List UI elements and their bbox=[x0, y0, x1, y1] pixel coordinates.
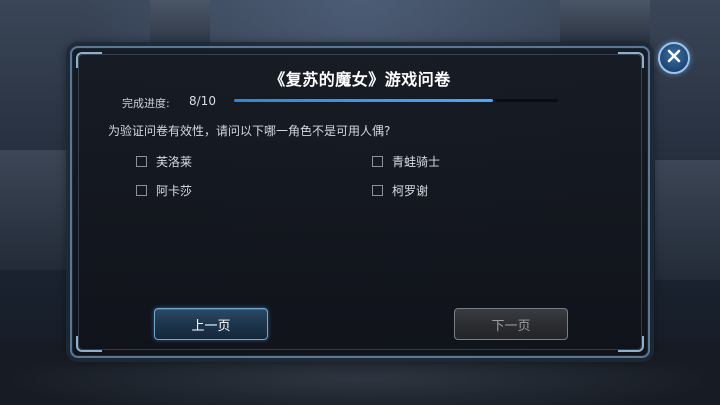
question-text: 为验证问卷有效性，请问以下哪一角色不是可用人偶? bbox=[108, 124, 391, 138]
progress-label: 完成进度: bbox=[122, 97, 170, 110]
dialog-title: 《复苏的魔女》游戏问卷 bbox=[269, 70, 451, 89]
option-label: 柯罗谢 bbox=[392, 184, 429, 198]
close-button[interactable] bbox=[658, 42, 690, 74]
background-building bbox=[0, 150, 75, 270]
checkbox[interactable] bbox=[372, 156, 383, 167]
background-tower bbox=[560, 0, 650, 45]
checkbox[interactable] bbox=[372, 185, 383, 196]
close-icon bbox=[666, 48, 682, 68]
option-1[interactable]: 芙洛莱 bbox=[136, 153, 192, 170]
prev-page-button[interactable]: 上一页 bbox=[154, 308, 268, 340]
checkbox[interactable] bbox=[136, 185, 147, 196]
progress-count: 8/10 bbox=[189, 94, 216, 108]
frame-corner-ornament bbox=[76, 336, 102, 352]
option-label: 芙洛莱 bbox=[156, 155, 193, 169]
option-3[interactable]: 阿卡莎 bbox=[136, 182, 192, 199]
option-label: 阿卡莎 bbox=[156, 184, 193, 198]
next-page-button[interactable]: 下一页 bbox=[454, 308, 568, 340]
option-2[interactable]: 青蛙骑士 bbox=[372, 153, 440, 170]
progress-bar-fill bbox=[234, 99, 494, 102]
progress-bar bbox=[234, 99, 558, 102]
frame-corner-ornament bbox=[618, 336, 644, 352]
option-4[interactable]: 柯罗谢 bbox=[372, 182, 428, 199]
background-building bbox=[655, 160, 720, 280]
survey-dialog: 《复苏的魔女》游戏问卷 完成进度: 8/10 为验证问卷有效性，请问以下哪一角色… bbox=[70, 46, 650, 358]
option-label: 青蛙骑士 bbox=[392, 155, 441, 169]
checkbox[interactable] bbox=[136, 156, 147, 167]
